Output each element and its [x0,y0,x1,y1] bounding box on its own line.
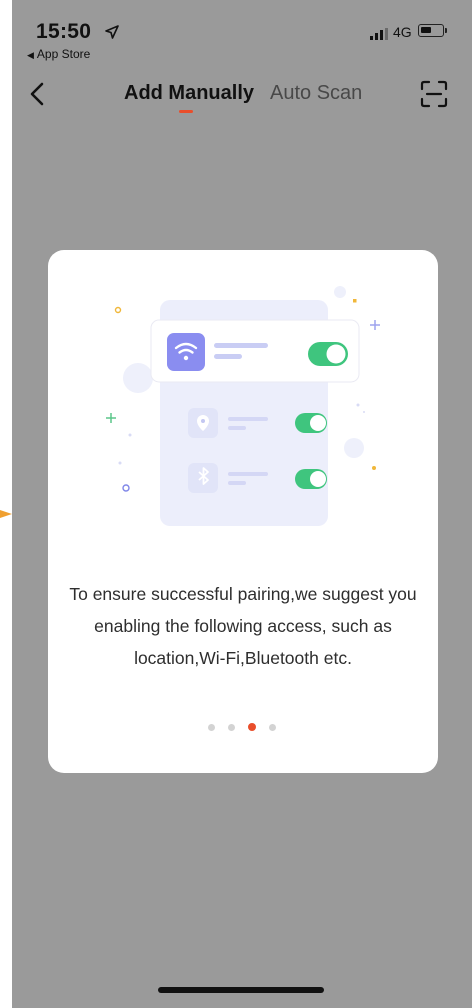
back-triangle-icon: ◀ [27,50,34,60]
location-arrow-icon [105,25,119,39]
tab-add-manually[interactable]: Add Manually [124,82,254,105]
scan-icon[interactable] [420,80,448,108]
page-dot-3-active[interactable] [248,723,256,731]
tab-auto-scan[interactable]: Auto Scan [270,82,362,105]
page-dot-1[interactable] [208,724,215,731]
battery-tip [445,28,447,33]
page-dot-2[interactable] [228,724,235,731]
permissions-illustration [106,286,380,526]
wifi-icon [167,333,205,371]
status-bar: 15:50 ◀ App Store 4G [12,0,472,70]
side-pointer-arrow-icon [0,510,12,518]
page-dot-4[interactable] [269,724,276,731]
battery-icon [418,24,444,37]
home-indicator[interactable] [158,987,324,993]
onboarding-message: To ensure successful pairing,we suggest … [69,584,417,668]
back-app-label: App Store [36,47,91,61]
back-to-app-link[interactable]: ◀ App Store [27,47,90,61]
nav-bar: Add Manually Auto Scan [12,70,472,122]
phone-screen: 15:50 ◀ App Store 4G Add Manually Auto Sc… [12,0,472,1008]
left-edge-strip [0,0,12,1008]
signal-icon [370,28,388,40]
back-chevron-icon[interactable] [22,78,54,110]
network-type: 4G [393,24,412,40]
status-time: 15:50 [36,20,92,43]
tab-active-indicator [179,110,193,113]
page-indicator [208,722,278,732]
onboarding-card: To ensure successful pairing,we suggest … [48,250,438,773]
